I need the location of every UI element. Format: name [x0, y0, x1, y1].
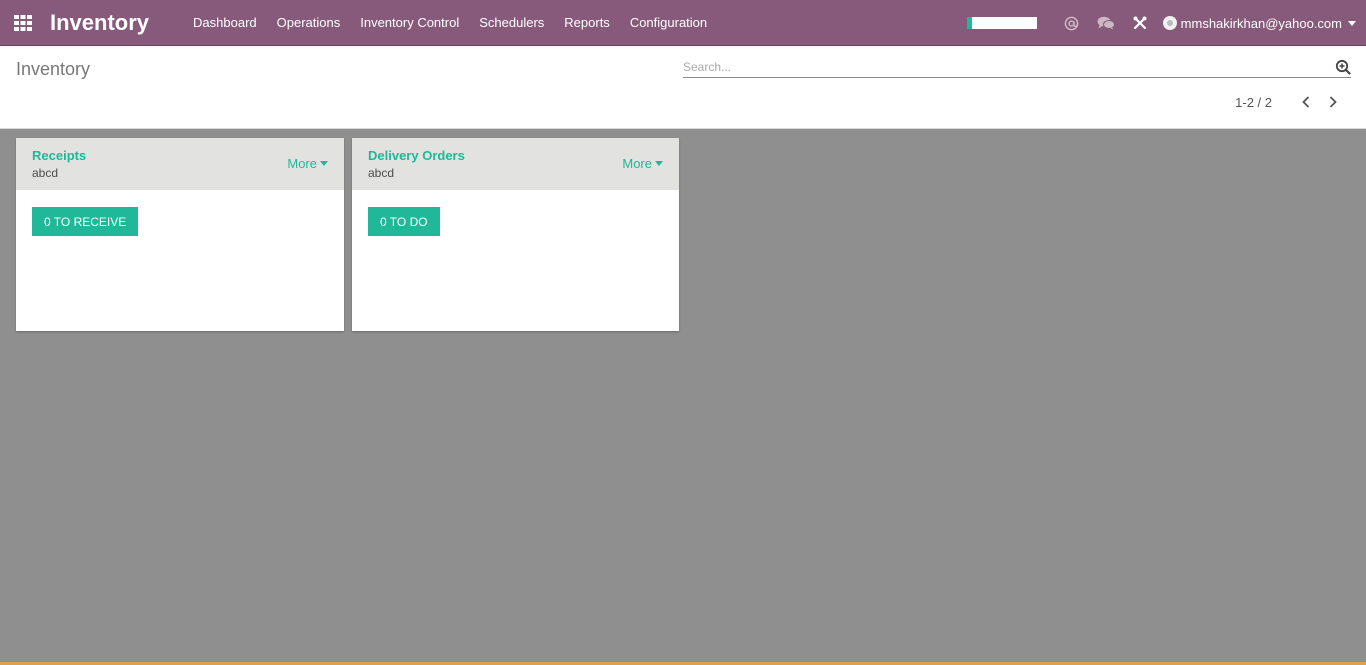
search-bar: [683, 58, 1351, 78]
control-panel: Inventory 1-2 / 2: [0, 46, 1366, 129]
avatar: [1162, 16, 1177, 30]
pager: 1-2 / 2: [1235, 94, 1340, 110]
menu-item-inventory-control[interactable]: Inventory Control: [350, 0, 469, 46]
menu-item-reports[interactable]: Reports: [554, 0, 620, 46]
card-subtitle: abcd: [32, 166, 59, 180]
caret-down-icon: [1348, 20, 1356, 26]
menu-item-schedulers[interactable]: Schedulers: [469, 0, 554, 46]
top-navbar: Inventory Dashboard Operations Inventory…: [0, 0, 1366, 46]
kanban-card-receipts: Receipts abcd More 0 TO RECEIVE: [16, 138, 344, 331]
card-title[interactable]: Delivery Orders: [368, 148, 663, 163]
app-brand[interactable]: Inventory: [50, 10, 149, 36]
caret-down-icon: [655, 161, 663, 166]
card-subtitle: abcd: [368, 166, 395, 180]
card-header: Delivery Orders abcd More: [352, 138, 679, 190]
more-dropdown[interactable]: More: [622, 156, 663, 171]
progress-indicator[interactable]: [966, 17, 1037, 29]
card-header: Receipts abcd More: [16, 138, 344, 190]
menu-item-operations[interactable]: Operations: [267, 0, 351, 46]
pager-value[interactable]: 1-2 / 2: [1235, 95, 1272, 110]
navbar-right: mmshakirkhan@yahoo.com: [966, 0, 1366, 46]
main-menu: Dashboard Operations Inventory Control S…: [183, 0, 717, 46]
more-label: More: [622, 156, 652, 171]
search-plus-icon[interactable]: [1335, 59, 1351, 75]
menu-item-dashboard[interactable]: Dashboard: [183, 0, 267, 46]
more-label: More: [287, 156, 317, 171]
apps-grid-icon[interactable]: [0, 0, 46, 46]
chevron-right-icon[interactable]: [1326, 94, 1340, 110]
page-title: Inventory: [16, 59, 91, 79]
to-receive-button[interactable]: 0 TO RECEIVE: [32, 207, 139, 236]
at-icon[interactable]: [1055, 0, 1089, 46]
more-dropdown[interactable]: More: [287, 156, 328, 171]
to-do-button[interactable]: 0 TO DO: [368, 207, 440, 236]
chat-bubbles-icon[interactable]: [1089, 0, 1123, 46]
menu-item-configuration[interactable]: Configuration: [620, 0, 717, 46]
user-menu[interactable]: mmshakirkhan@yahoo.com: [1157, 0, 1366, 46]
caret-down-icon: [320, 161, 328, 166]
user-email: mmshakirkhan@yahoo.com: [1180, 15, 1342, 31]
tools-icon[interactable]: [1123, 0, 1157, 46]
search-input[interactable]: [683, 58, 1323, 76]
card-title[interactable]: Receipts: [32, 148, 328, 163]
chevron-left-icon[interactable]: [1299, 94, 1313, 110]
kanban-card-delivery-orders: Delivery Orders abcd More 0 TO DO: [352, 138, 679, 331]
